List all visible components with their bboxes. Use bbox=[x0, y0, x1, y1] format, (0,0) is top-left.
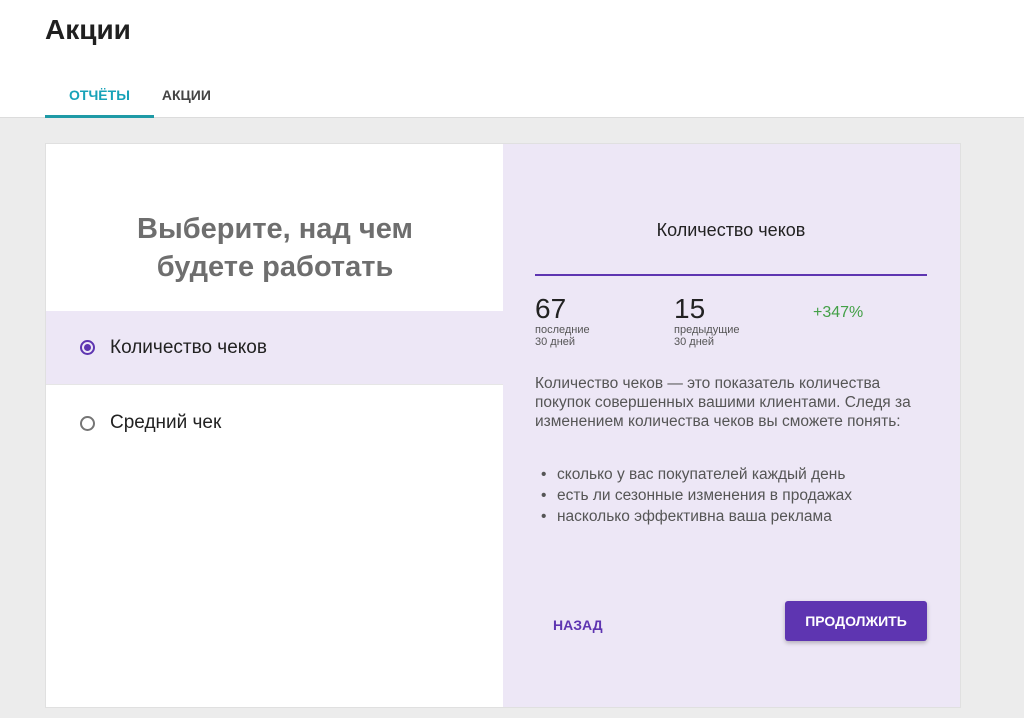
back-button[interactable]: Назад bbox=[553, 610, 603, 640]
tab-promotions[interactable]: Акции bbox=[154, 72, 235, 118]
tab-bar: Отчёты Акции bbox=[45, 72, 235, 118]
list-item: сколько у вас покупателей каждый день bbox=[535, 464, 930, 485]
option-average-receipt[interactable]: Средний чек bbox=[46, 386, 504, 460]
stat-previous: 15 предыдущие 30 дней bbox=[674, 293, 740, 349]
list-item: есть ли сезонные изменения в продажах bbox=[535, 485, 930, 506]
detail-divider bbox=[535, 274, 927, 276]
continue-button[interactable]: Продолжить bbox=[785, 601, 927, 641]
option-label: Количество чеков bbox=[110, 336, 267, 358]
stat-previous-label-1: предыдущие bbox=[674, 324, 740, 336]
page-header: Акции Отчёты Акции bbox=[0, 0, 1024, 118]
stat-current: 67 последние 30 дней bbox=[535, 293, 590, 349]
radio-checked-icon[interactable] bbox=[80, 340, 95, 355]
report-selection-card: Выберите, над чем будете работать Количе… bbox=[45, 143, 961, 708]
stat-previous-value: 15 bbox=[674, 293, 706, 324]
detail-title: Количество чеков bbox=[656, 220, 806, 240]
stat-previous-label-2: 30 дней bbox=[674, 336, 715, 348]
stat-current-value: 67 bbox=[535, 293, 567, 324]
option-receipt-count[interactable]: Количество чеков bbox=[46, 311, 504, 385]
option-label: Средний чек bbox=[110, 412, 222, 433]
detail-description: Количество чеков — это показатель количе… bbox=[535, 375, 911, 430]
options-panel: Выберите, над чем будете работать Количе… bbox=[46, 144, 504, 707]
list-item: насколько эффективна ваша реклама bbox=[535, 506, 930, 527]
page-title: Акции bbox=[45, 14, 131, 45]
tab-reports[interactable]: Отчёты bbox=[45, 72, 154, 118]
benefit-list: сколько у вас покупателей каждый день ес… bbox=[535, 464, 930, 527]
detail-panel: Количество чеков 67 последние 30 дней 15… bbox=[503, 144, 960, 707]
options-heading: Выберите, над чем будете работать bbox=[137, 213, 413, 283]
radio-unchecked-icon[interactable] bbox=[80, 415, 95, 431]
stat-current-label-2: 30 дней bbox=[535, 336, 576, 348]
stat-current-label-1: последние bbox=[535, 324, 590, 336]
growth-badge: +347% bbox=[813, 304, 864, 321]
